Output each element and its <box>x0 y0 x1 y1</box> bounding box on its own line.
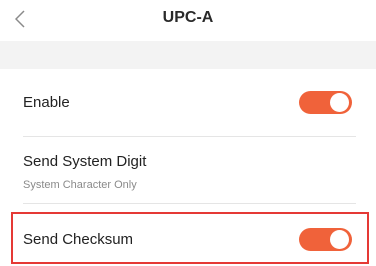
toggle-knob <box>330 93 349 112</box>
setting-row-enable: Enable <box>0 70 376 136</box>
setting-label-send-system-digit: Send System Digit <box>23 153 147 170</box>
setting-sublabel-system-character: System Character Only <box>23 179 137 191</box>
highlight-box <box>11 212 369 264</box>
header-bar: UPC-A <box>0 0 376 40</box>
divider <box>23 203 356 204</box>
section-separator <box>0 41 376 69</box>
setting-label-enable: Enable <box>23 94 70 111</box>
page-title: UPC-A <box>162 9 214 26</box>
setting-row-send-system-digit[interactable]: Send System Digit System Character Only <box>0 137 376 203</box>
enable-toggle[interactable] <box>299 91 352 114</box>
